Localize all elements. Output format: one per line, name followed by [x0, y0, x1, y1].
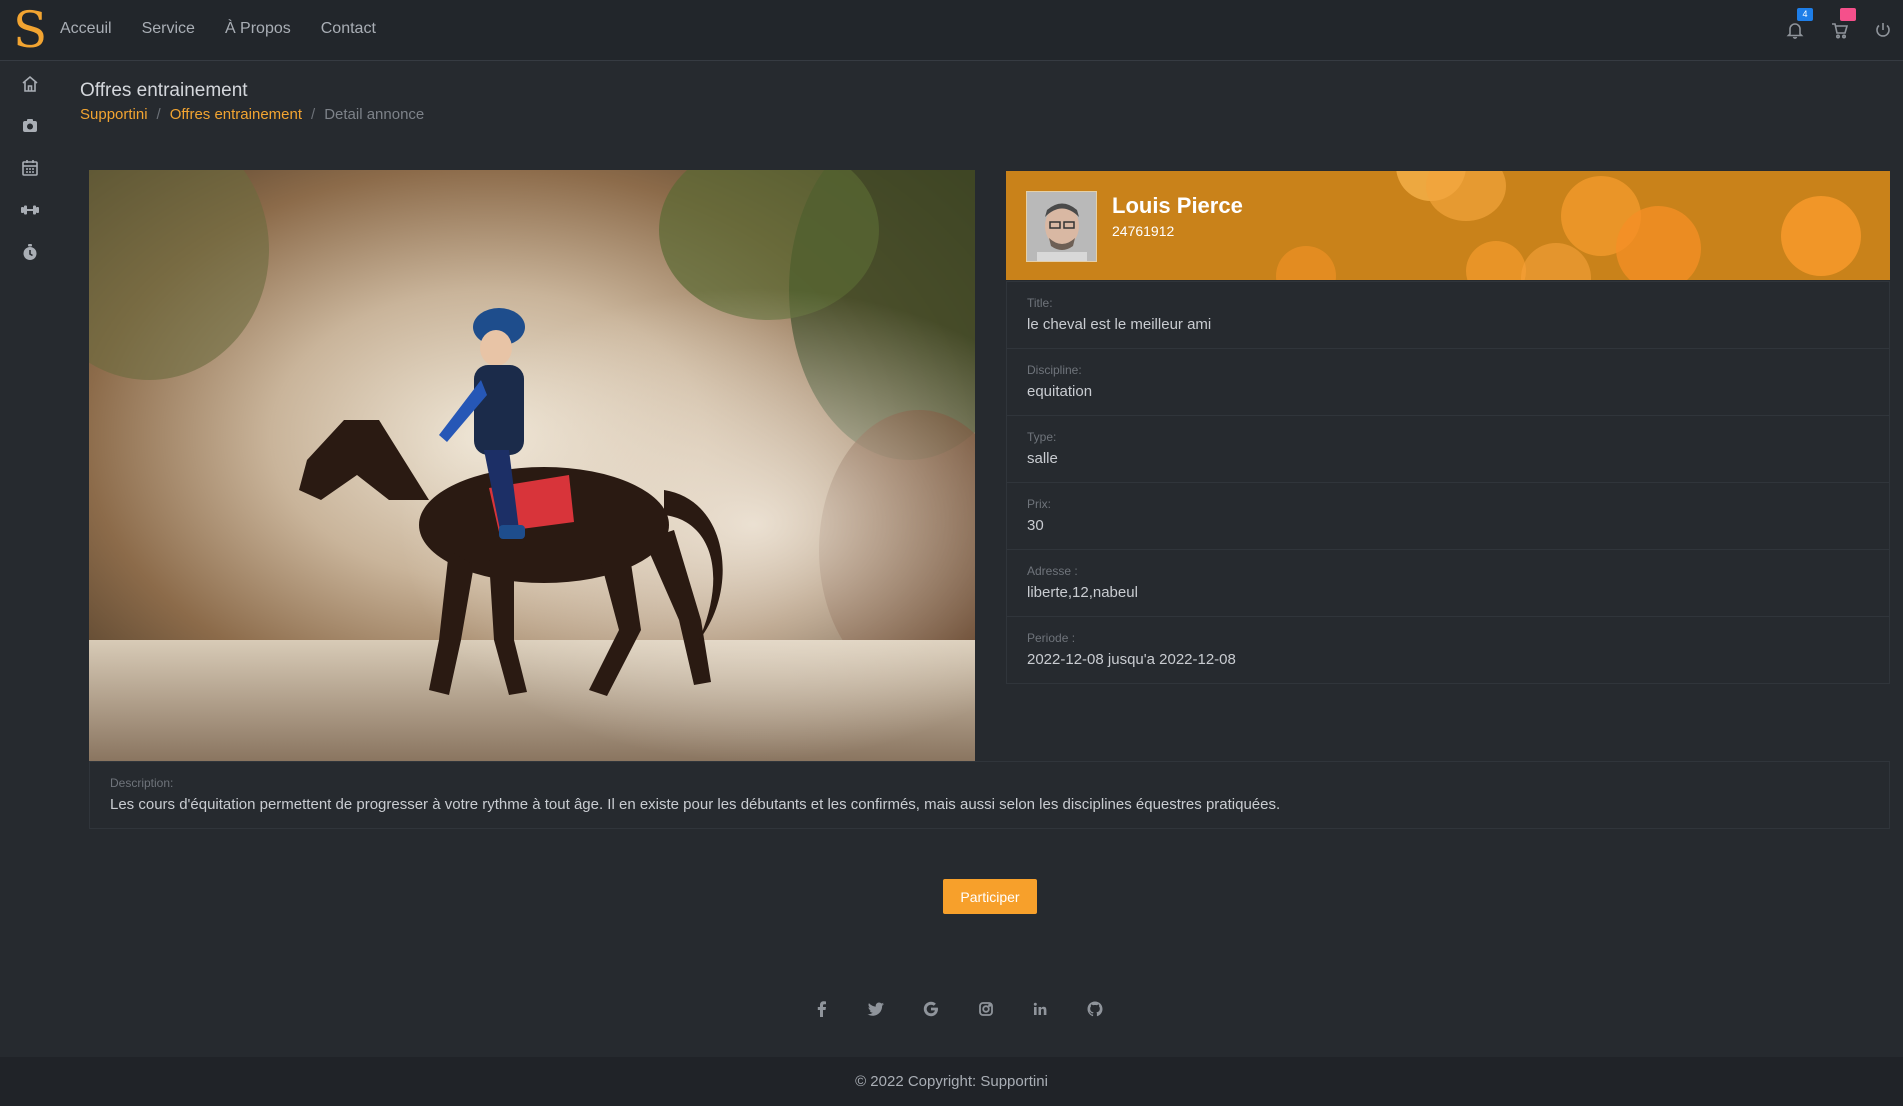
detail-label: Title:: [1027, 296, 1053, 310]
breadcrumb-separator: /: [311, 106, 316, 123]
calendar-icon[interactable]: [20, 158, 40, 178]
twitter-icon[interactable]: [867, 1000, 885, 1018]
bell-icon[interactable]: [1785, 20, 1805, 40]
sidebar: [0, 62, 60, 1062]
avatar: [1026, 191, 1097, 262]
offer-image: [89, 170, 975, 761]
breadcrumb-offres[interactable]: Offres entrainement: [170, 106, 302, 123]
detail-label: Periode :: [1027, 631, 1076, 645]
detail-value: le cheval est le meilleur ami: [1027, 316, 1212, 333]
github-icon[interactable]: [1086, 1000, 1104, 1018]
power-icon[interactable]: [1873, 20, 1893, 40]
detail-label: Type:: [1027, 430, 1057, 444]
profile-id: 24761912: [1112, 223, 1175, 239]
nav-link-a-propos[interactable]: À Propos: [225, 20, 291, 38]
nav-link-service[interactable]: Service: [142, 20, 195, 38]
nav-link-accueil[interactable]: Acceuil: [60, 20, 112, 38]
camera-icon[interactable]: [20, 116, 40, 136]
nav-links: Acceuil Service À Propos Contact: [60, 20, 406, 38]
participate-button[interactable]: Participer: [943, 879, 1037, 914]
notification-badge: 4: [1797, 8, 1813, 21]
social-links: [0, 1000, 1903, 1020]
detail-row-periode: Periode : 2022-12-08 jusqu'a 2022-12-08: [1007, 616, 1889, 683]
detail-row-title: Title: le cheval est le meilleur ami: [1007, 281, 1889, 348]
detail-label: Prix:: [1027, 497, 1051, 511]
detail-label: Discipline:: [1027, 363, 1082, 377]
nav-link-contact[interactable]: Contact: [321, 20, 376, 38]
detail-row-type: Type: salle: [1007, 415, 1889, 482]
page-title: Offres entrainement: [80, 80, 248, 101]
breadcrumb: Supportini / Offres entrainement / Detai…: [80, 106, 424, 123]
detail-value: equitation: [1027, 383, 1093, 400]
detail-value: 2022-12-08 jusqu'a 2022-12-08: [1027, 651, 1236, 668]
brand-logo[interactable]: S: [13, 2, 47, 58]
detail-row-adresse: Adresse : liberte,12,nabeul: [1007, 549, 1889, 616]
facebook-icon[interactable]: [813, 1000, 831, 1018]
description-label: Description:: [110, 776, 174, 790]
profile-banner: Louis Pierce 24761912: [1006, 171, 1890, 280]
footer: © 2022 Copyright: Supportini: [0, 1057, 1903, 1106]
detail-row-prix: Prix: 30: [1007, 482, 1889, 549]
detail-value: liberte,12,nabeul: [1027, 584, 1138, 601]
detail-label: Adresse :: [1027, 564, 1078, 578]
detail-row-discipline: Discipline: equitation: [1007, 348, 1889, 415]
instagram-icon[interactable]: [977, 1000, 995, 1018]
detail-value: salle: [1027, 450, 1058, 467]
detail-list: Title: le cheval est le meilleur ami Dis…: [1006, 281, 1890, 684]
breadcrumb-separator: /: [156, 106, 161, 123]
breadcrumb-current: Detail annonce: [324, 106, 425, 123]
profile-name: Louis Pierce: [1112, 193, 1243, 218]
top-navbar: S Acceuil Service À Propos Contact 4: [0, 0, 1903, 61]
breadcrumb-home[interactable]: Supportini: [80, 106, 148, 123]
description-text: Les cours d'équitation permettent de pro…: [110, 796, 1281, 813]
stopwatch-icon[interactable]: [20, 242, 40, 262]
cart-badge: [1840, 8, 1856, 21]
detail-value: 30: [1027, 517, 1044, 534]
google-icon[interactable]: [922, 1000, 940, 1018]
copyright-text: © 2022 Copyright: Supportini: [855, 1073, 1048, 1090]
description-panel: Description: Les cours d'équitation perm…: [89, 761, 1890, 829]
home-icon[interactable]: [20, 74, 40, 94]
dumbbell-icon[interactable]: [20, 200, 40, 220]
linkedin-icon[interactable]: [1031, 1000, 1049, 1018]
cart-icon[interactable]: [1830, 20, 1850, 40]
